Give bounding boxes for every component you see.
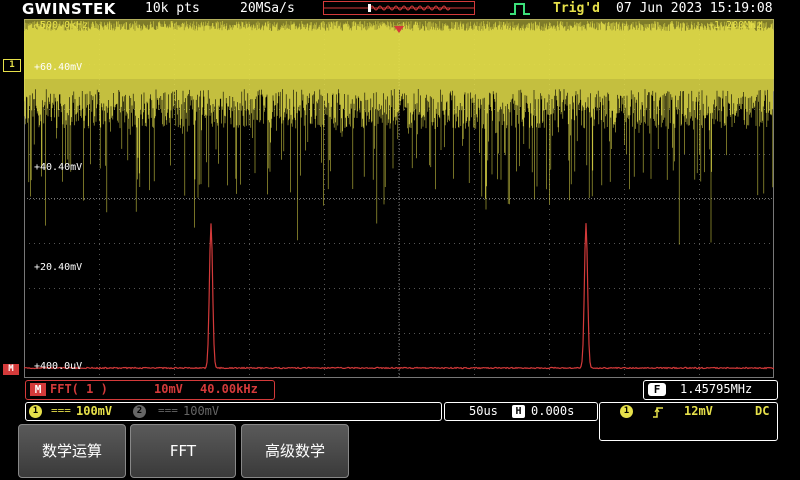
trigger-position-marker[interactable] bbox=[394, 18, 404, 33]
math-badge: M bbox=[30, 383, 46, 396]
rising-edge-icon bbox=[652, 404, 664, 418]
datetime: 07 Jun 2023 15:19:08 bbox=[616, 1, 773, 16]
dc-coupling-icon: === bbox=[51, 404, 71, 417]
ch2-scale: 100mV bbox=[183, 404, 220, 418]
trigger-panel[interactable]: 1 12mV DC bbox=[599, 402, 778, 441]
trigger-status: Trig'd bbox=[553, 1, 600, 16]
math-scale: 10mV bbox=[154, 382, 183, 396]
math-function: FFT( 1 ) bbox=[50, 382, 108, 396]
ch1-ground-marker[interactable]: 1 bbox=[3, 59, 21, 72]
status-bar: GWINSTEK 10k pts 20MSa/s Trig'd 07 Jun 2… bbox=[0, 0, 800, 18]
ch1-scale: 100mV bbox=[76, 404, 113, 418]
dc-coupling-icon: === bbox=[158, 404, 178, 417]
ch2-badge: 2 bbox=[133, 405, 146, 418]
channel-info-panel[interactable]: 1 === 100mV 2 === 100mV bbox=[25, 402, 442, 421]
trigger-level: 12mV bbox=[684, 404, 713, 418]
waveform-display[interactable] bbox=[24, 19, 774, 378]
math-info-panel[interactable]: M FFT( 1 ) 10mV 40.00kHz bbox=[25, 380, 275, 400]
y-axis-label: +60.40mV bbox=[34, 62, 83, 73]
trigger-source-badge: 1 bbox=[620, 405, 633, 418]
memory-bar-waveform bbox=[324, 4, 474, 12]
timebase-panel[interactable]: 50us H 0.000s bbox=[444, 402, 598, 421]
softkey-fft[interactable]: FFT bbox=[130, 424, 236, 478]
y-axis-label: +400.0uV bbox=[34, 361, 83, 372]
softkey-math[interactable]: 数学运算 bbox=[18, 424, 126, 478]
math-span: 40.00kHz bbox=[200, 382, 258, 396]
timebase-scale: 50us bbox=[469, 404, 498, 418]
pulse-icon bbox=[509, 1, 531, 15]
record-length: 10k pts bbox=[145, 1, 200, 16]
brand-logo: GWINSTEK bbox=[22, 0, 116, 18]
fft-end-frequency: +1.200MHz bbox=[708, 20, 763, 31]
horizontal-position-icon: H bbox=[512, 405, 525, 418]
fft-start-frequency: +500.0kHz bbox=[34, 20, 89, 31]
ch1-badge: 1 bbox=[29, 405, 42, 418]
math-ground-marker[interactable]: M bbox=[3, 364, 19, 375]
trigger-coupling: DC bbox=[755, 404, 770, 418]
softkey-advanced-math[interactable]: 高级数学 bbox=[241, 424, 349, 478]
frequency-counter-badge: F bbox=[648, 383, 666, 396]
frequency-counter: F 1.45795MHz bbox=[643, 380, 778, 400]
sample-rate: 20MSa/s bbox=[240, 1, 295, 16]
y-axis-label: +20.40mV bbox=[34, 262, 83, 273]
horizontal-position: 0.000s bbox=[531, 404, 575, 418]
y-axis-label: +40.40mV bbox=[34, 162, 83, 173]
waveform-svg bbox=[24, 19, 774, 378]
memory-bar bbox=[323, 1, 475, 15]
frequency-counter-value: 1.45795MHz bbox=[680, 382, 753, 396]
